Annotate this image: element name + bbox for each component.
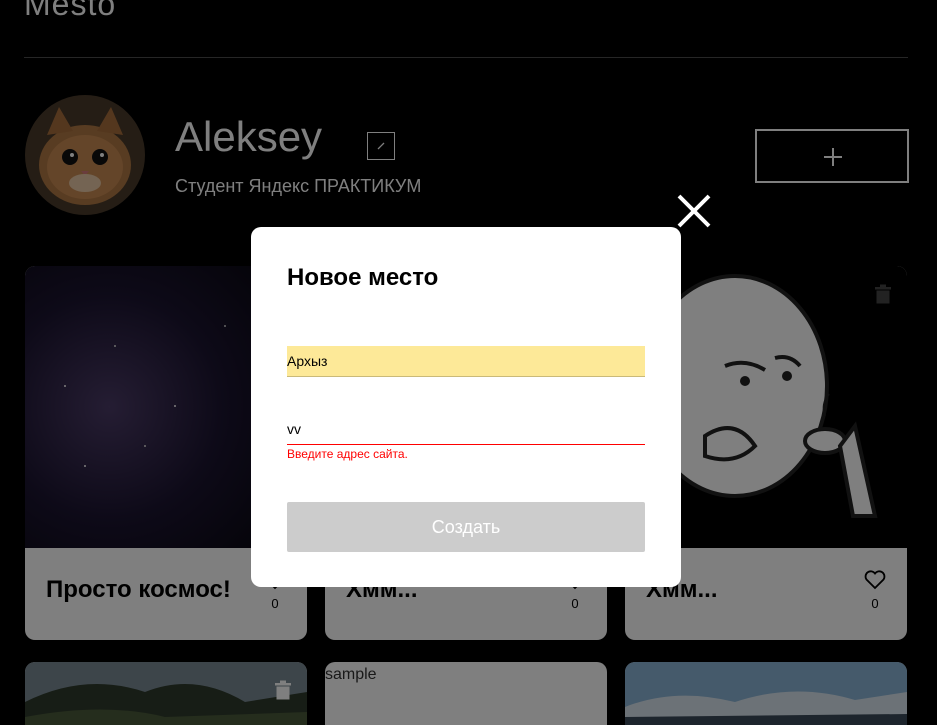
modal-title: Новое место [287,264,439,291]
link-error-message: Введите адрес сайта. [287,447,408,461]
create-button[interactable]: Создать [287,502,645,552]
close-icon [677,194,711,228]
place-name-input[interactable] [287,346,645,377]
close-modal-button[interactable] [676,193,712,229]
add-place-modal: Новое место Введите адрес сайта. Создать [251,227,681,587]
place-link-input[interactable] [287,414,645,445]
